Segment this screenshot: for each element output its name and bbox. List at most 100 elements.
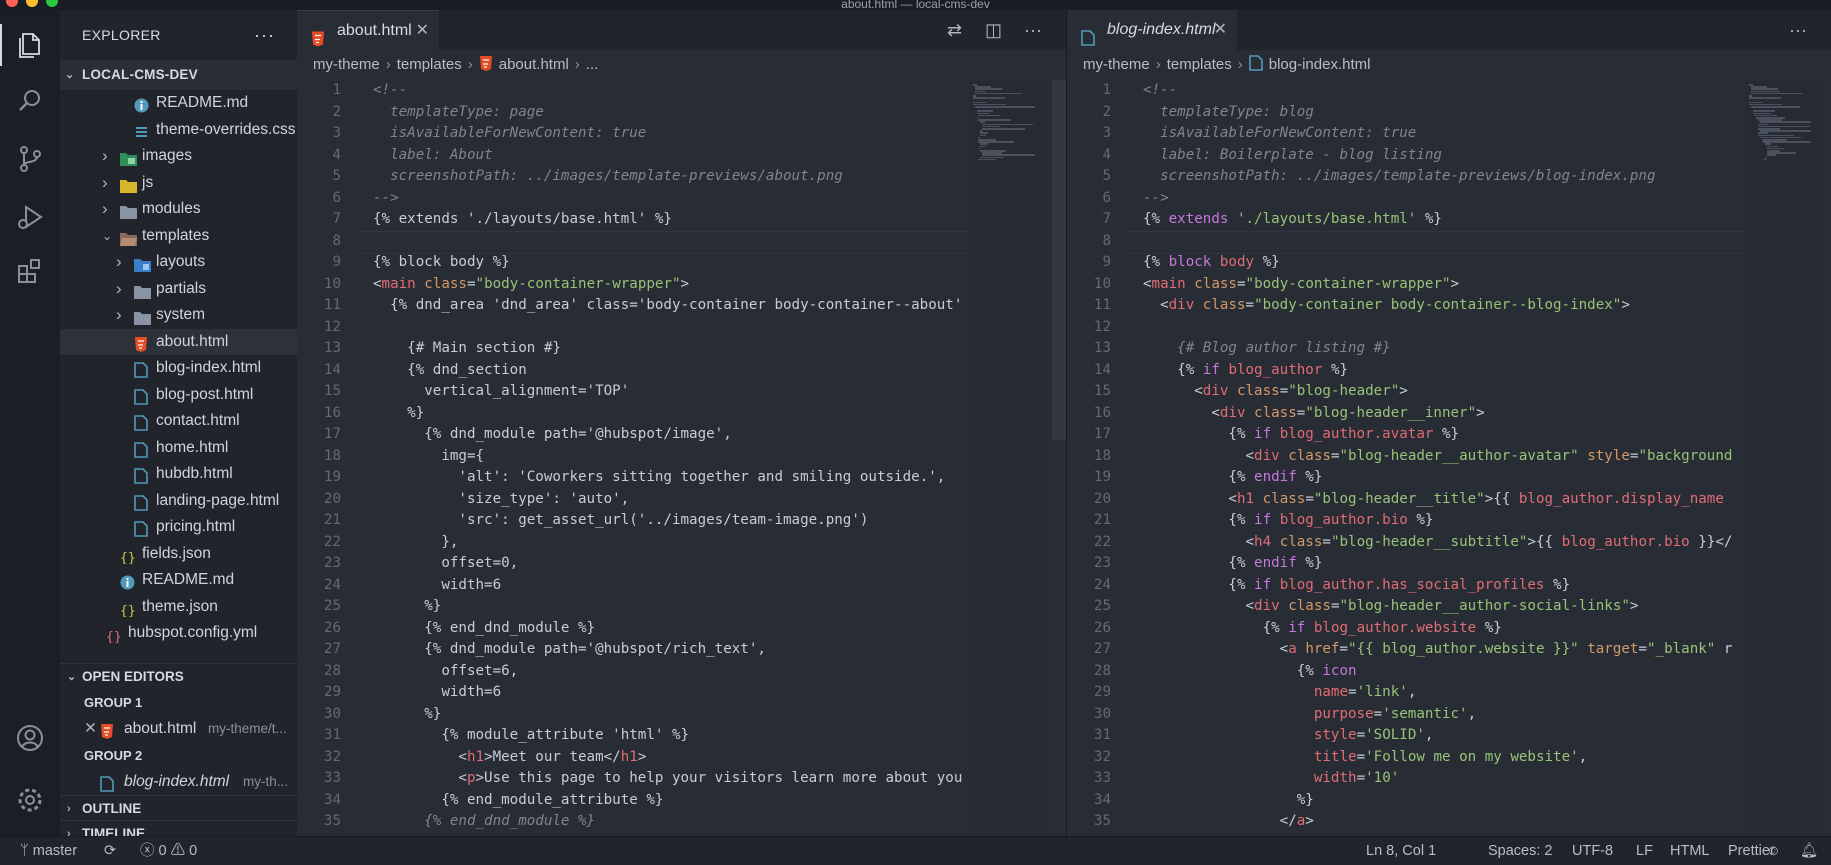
minimap-line	[1750, 106, 1801, 108]
tree-item[interactable]: › partials	[60, 276, 297, 302]
more-actions-icon[interactable]: ···	[1024, 10, 1042, 50]
branch-indicator[interactable]: ᛘ master	[20, 837, 77, 865]
line-number: 15	[1093, 383, 1111, 399]
code-line: 'size_type': 'auto',	[373, 490, 630, 507]
search-icon[interactable]	[15, 86, 45, 116]
tree-item[interactable]: home.html	[60, 435, 297, 461]
compare-changes-icon[interactable]: ⇄	[947, 10, 962, 50]
code-view[interactable]: 1 <!-- 2 templateType: blog 3 isAvailableFo…	[1067, 80, 1831, 836]
code-line: {% block body %}	[373, 254, 510, 270]
encoding[interactable]: UTF-8	[1572, 837, 1613, 865]
minimap-line	[978, 114, 1000, 117]
tree-item[interactable]: blog-index.html	[60, 355, 297, 381]
code-line: {% if blog_author.avatar %}	[1143, 426, 1460, 442]
breadcrumb-item[interactable]: templates	[397, 56, 462, 73]
file-icon	[134, 361, 150, 378]
tab-about-html[interactable]: about.html ✕	[297, 10, 439, 50]
breadcrumb-item[interactable]: blog-index.html	[1269, 56, 1371, 73]
breadcrumb: my-theme › templates › blog-index.html	[1067, 50, 1831, 80]
tree-item[interactable]: README.md	[60, 90, 297, 116]
split-editor-icon[interactable]: ◫	[985, 10, 1002, 50]
line-number: 29	[1093, 684, 1111, 700]
line-number: 7	[1102, 211, 1111, 227]
line-number: 19	[1093, 469, 1111, 485]
git-branch-icon: ᛘ	[20, 843, 33, 859]
tree-item[interactable]: ⌄ templates	[60, 223, 297, 249]
tree-item[interactable]: › system	[60, 302, 297, 328]
code-line: <h1 class="blog-header__title">{{ blog_a…	[1143, 490, 1724, 507]
info-icon	[120, 573, 136, 590]
activity-bar	[0, 10, 61, 836]
sync-icon[interactable]: ⟳	[104, 837, 116, 865]
open-editor-blog-index[interactable]: blog-index.html my-th...	[60, 769, 297, 795]
cursor-position[interactable]: Ln 8, Col 1	[1366, 837, 1436, 865]
html-icon	[479, 56, 493, 75]
code-line: screenshotPath: ../images/template-previ…	[373, 168, 843, 184]
tab-bar: blog-index.html ✕ ···	[1067, 10, 1831, 50]
problems-indicator[interactable]: ⓧ 0 ⚠ 0	[140, 837, 197, 865]
close-editor-icon[interactable]: ✕	[84, 716, 97, 742]
outline-section-header[interactable]: › OUTLINE	[60, 795, 297, 821]
explorer-title: EXPLORER	[82, 27, 161, 43]
more-actions-icon[interactable]: ···	[1789, 10, 1807, 50]
explorer-more-actions-icon[interactable]: ···	[254, 10, 275, 60]
line-number: 33	[323, 770, 341, 786]
tree-item[interactable]: blog-post.html	[60, 382, 297, 408]
tree-item[interactable]: › modules	[60, 196, 297, 222]
tree-item-label: fields.json	[142, 544, 211, 562]
breadcrumb-item[interactable]: my-theme	[1083, 56, 1150, 73]
project-section-header[interactable]: ⌄ LOCAL-CMS-DEV	[60, 60, 297, 90]
notifications-bell-icon[interactable]: 🔔︎	[1800, 837, 1818, 865]
settings-gear-icon[interactable]	[15, 785, 45, 815]
file-icon	[134, 494, 150, 511]
tree-item[interactable]: › layouts	[60, 249, 297, 275]
tree-item[interactable]: › images	[60, 143, 297, 169]
breadcrumb-item[interactable]: about.html	[499, 56, 569, 73]
language-mode[interactable]: HTML	[1670, 837, 1709, 865]
open-editors-section-header[interactable]: ⌄ OPEN EDITORS	[60, 663, 297, 689]
tree-item[interactable]: {} theme.json	[60, 594, 297, 620]
line-number: 5	[1102, 168, 1111, 184]
code-line: templateType: blog	[1143, 103, 1314, 120]
extensions-icon[interactable]	[15, 256, 45, 286]
tree-item[interactable]: {} hubspot.config.yml	[60, 620, 297, 646]
code-view[interactable]: 1 <!-- 2 templateType: page 3 isAvailableFo…	[297, 80, 1066, 836]
tree-item[interactable]: about.html	[60, 328, 297, 355]
vertical-scrollbar[interactable]	[1052, 80, 1066, 440]
tree-item[interactable]: {} fields.json	[60, 541, 297, 567]
tree-item[interactable]: contact.html	[60, 408, 297, 434]
breadcrumb-separator: ›	[467, 56, 473, 73]
chevron-right-icon: ›	[102, 146, 108, 165]
tree-item[interactable]: theme-overrides.css	[60, 117, 297, 143]
feedback-icon[interactable]: ☺	[1766, 837, 1781, 865]
tree-item[interactable]: README.md	[60, 567, 297, 593]
minimap[interactable]	[1745, 80, 1817, 836]
code-line: <div class="blog-header__author-social-l…	[1143, 598, 1639, 614]
run-debug-icon[interactable]	[15, 202, 45, 232]
account-icon[interactable]	[15, 723, 45, 753]
end-of-line[interactable]: LF	[1636, 837, 1653, 865]
close-tab-icon[interactable]: ✕	[1214, 10, 1227, 50]
tree-item[interactable]: › js	[60, 170, 297, 196]
code-line: name='link',	[1313, 684, 1417, 700]
tab-blog-index-html[interactable]: blog-index.html ✕	[1067, 10, 1237, 50]
html-icon	[134, 335, 150, 352]
timeline-section-header[interactable]: › TIMELINE	[60, 820, 297, 836]
chevron-right-icon: ›	[116, 305, 122, 324]
line-number: 33	[1093, 770, 1111, 786]
code-line: purpose='semantic',	[1313, 705, 1477, 722]
breadcrumb-item[interactable]: ...	[586, 56, 599, 73]
code-line: {% if blog_author %}	[1143, 361, 1349, 378]
close-tab-icon[interactable]: ✕	[416, 11, 429, 51]
explorer-icon[interactable]	[0, 24, 45, 66]
tree-item[interactable]: hubdb.html	[60, 461, 297, 487]
open-editor-filename: about.html	[124, 720, 197, 737]
breadcrumb-item[interactable]: templates	[1167, 56, 1232, 73]
open-editor-about[interactable]: ✕ about.html my-theme/t...	[60, 716, 297, 742]
indentation[interactable]: Spaces: 2	[1488, 837, 1553, 865]
minimap[interactable]	[969, 80, 1041, 836]
source-control-icon[interactable]	[15, 144, 45, 174]
tree-item[interactable]: pricing.html	[60, 514, 297, 540]
breadcrumb-item[interactable]: my-theme	[313, 56, 380, 73]
tree-item[interactable]: landing-page.html	[60, 488, 297, 514]
